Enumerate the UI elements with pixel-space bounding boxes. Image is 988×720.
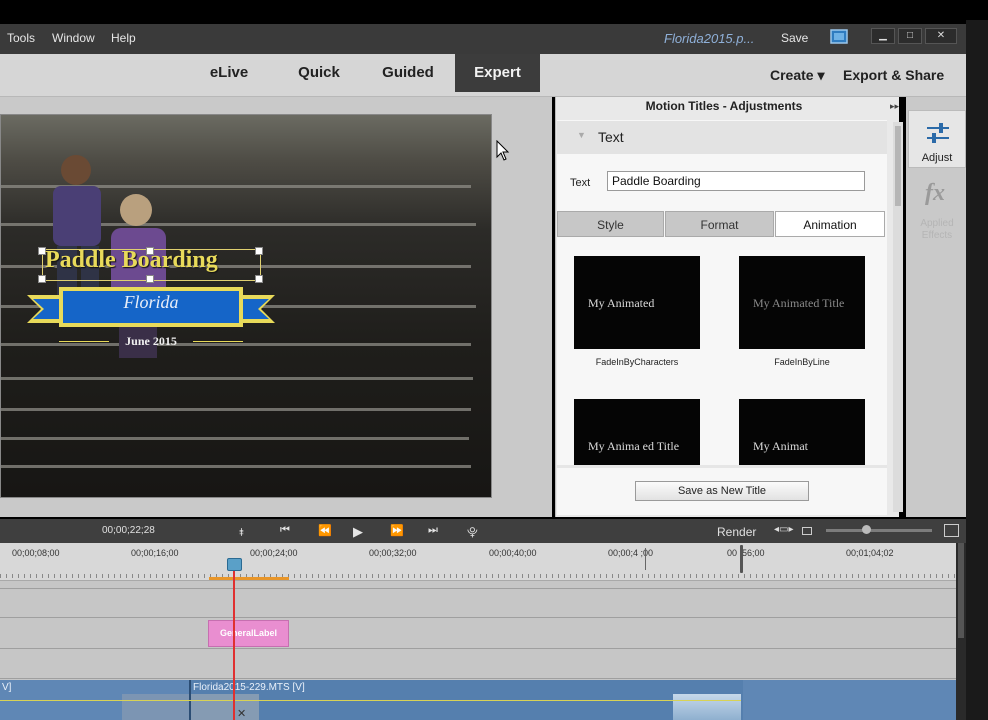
resize-handle[interactable] <box>255 275 263 283</box>
text-section-label: Text <box>598 129 624 145</box>
disclosure-triangle-icon[interactable]: ▼ <box>577 130 586 140</box>
tab-quick[interactable]: Quick <box>286 54 352 92</box>
banner-text: Florida <box>123 292 179 312</box>
mouse-cursor-icon <box>496 140 510 161</box>
sliders-icon <box>927 123 949 143</box>
resize-handle[interactable] <box>38 275 46 283</box>
timeline-scrollbar[interactable] <box>956 543 966 720</box>
save-button[interactable]: Save <box>781 31 808 45</box>
ruler-ticks <box>0 574 956 578</box>
ruler-label: 00;00;4 ;00 <box>608 548 654 558</box>
zoom-slider[interactable] <box>826 529 932 532</box>
ruler-label: 00 ;56;00 <box>727 548 765 558</box>
resize-handle[interactable] <box>146 275 154 283</box>
clip-label: V] <box>2 682 12 693</box>
go-to-start-icon[interactable]: ⏮ <box>280 524 290 537</box>
title-text-input[interactable] <box>607 171 865 191</box>
play-icon[interactable]: ▶ <box>353 524 363 540</box>
menu-help[interactable]: Help <box>111 31 136 45</box>
render-button[interactable]: Render <box>717 525 756 539</box>
tab-guided[interactable]: Guided <box>372 54 444 92</box>
window-controls: ▁ □ ✕ <box>871 25 960 44</box>
date-text: June 2015 <box>125 334 177 348</box>
document-title: Florida2015.p... <box>664 31 755 46</box>
tab-elive[interactable]: eLive <box>196 54 262 92</box>
animation-preset-name: FadeInByCharacters <box>595 357 679 367</box>
fullscreen-icon[interactable] <box>829 28 849 46</box>
menu-window[interactable]: Window <box>52 31 95 45</box>
step-forward-icon[interactable]: ⏩ <box>390 524 404 537</box>
subtab-style[interactable]: Style <box>557 211 664 237</box>
title-clip[interactable]: GeneralLabel <box>208 620 289 647</box>
close-icon[interactable]: ✕ <box>237 707 246 720</box>
go-to-end-icon[interactable]: ⏭ <box>428 524 438 537</box>
animation-preview-text: My Animated Title <box>753 296 845 310</box>
timecode-display: 00;00;22;28 <box>102 525 155 536</box>
collapse-icon[interactable]: ▸▸ <box>890 101 899 112</box>
opacity-line[interactable] <box>0 700 741 701</box>
zoom-in-icon[interactable] <box>944 524 959 537</box>
menu-tools[interactable]: Tools <box>7 31 35 45</box>
applied-effects-label: Applied Effects <box>920 218 954 241</box>
subtab-format[interactable]: Format <box>665 211 774 237</box>
playhead-handle[interactable] <box>227 558 242 571</box>
minimize-button[interactable]: ▁ <box>871 28 895 44</box>
ruler-label: 00;00;16;00 <box>131 548 179 558</box>
zoom-slider-handle[interactable] <box>862 525 871 534</box>
work-area-bar[interactable] <box>209 577 289 580</box>
subtab-animation[interactable]: Animation <box>775 211 885 237</box>
maximize-button[interactable]: □ <box>898 28 922 44</box>
animation-preset-thumbnail[interactable]: My Animat <box>739 399 865 467</box>
step-back-icon[interactable]: ⏪ <box>318 524 332 537</box>
animation-preview-text: My Animat <box>753 439 809 453</box>
marker-line[interactable] <box>740 545 743 573</box>
create-button[interactable]: Create ▾ <box>770 54 825 96</box>
go-to-next-edit-icon[interactable]: ⯓ <box>467 524 478 543</box>
title-text: Paddle Boarding <box>45 247 218 273</box>
playhead-line <box>233 560 235 720</box>
text-field-label: Text <box>570 177 591 189</box>
export-share-button[interactable]: Export & Share <box>843 54 944 96</box>
animation-preview-text: My Anima ed Title <box>588 439 680 453</box>
ruler-label: 00;00;32;00 <box>369 548 417 558</box>
menu-bar: Tools Window Help Florida2015.p... Save … <box>0 24 972 54</box>
save-as-new-title-button[interactable]: Save as New Title <box>635 481 809 501</box>
animation-preset-thumbnail[interactable]: My Anima ed Title <box>574 399 700 467</box>
mode-bar: eLive Quick Guided Expert Create ▾ Expor… <box>0 54 972 97</box>
zoom-out-icon[interactable] <box>802 527 812 535</box>
resize-handle[interactable] <box>255 247 263 255</box>
zoom-fit-icon[interactable]: ◂▭▸ <box>774 524 794 535</box>
window-edge <box>966 20 988 720</box>
clip-thumbnail <box>122 694 190 720</box>
ruler-label: 00;01;04;02 <box>846 548 894 558</box>
video-preview[interactable]: Paddle Boarding Florida June 2015 <box>0 114 492 498</box>
animation-preset-name: FadeInByLine <box>774 357 830 367</box>
marker-line <box>645 548 646 570</box>
fx-icon[interactable]: fx <box>925 180 945 207</box>
clip-thumbnail <box>191 694 259 720</box>
clip-thumbnail <box>673 694 741 720</box>
animation-preview-text: My Animated <box>588 296 655 310</box>
go-to-previous-edit-icon[interactable]: ⯒ <box>239 524 244 543</box>
ruler-label: 00;00;24;00 <box>250 548 298 558</box>
panel-title: Motion Titles - Adjustments <box>645 99 803 113</box>
close-button[interactable]: ✕ <box>925 28 957 44</box>
animation-preset-thumbnail[interactable]: My Animated Title <box>739 256 865 349</box>
adjust-label: Adjust <box>921 152 953 164</box>
animation-preset-thumbnail[interactable]: My Animated <box>574 256 700 349</box>
ruler-label: 00;00;08;00 <box>12 548 60 558</box>
clip-label: Florida2015-229.MTS [V] <box>193 682 305 693</box>
panel-scrollbar[interactable] <box>893 122 903 512</box>
timeline-tracks <box>0 581 956 681</box>
list-divider <box>557 465 887 468</box>
tab-expert[interactable]: Expert <box>455 54 540 92</box>
ruler-label: 00;00;40;00 <box>489 548 537 558</box>
